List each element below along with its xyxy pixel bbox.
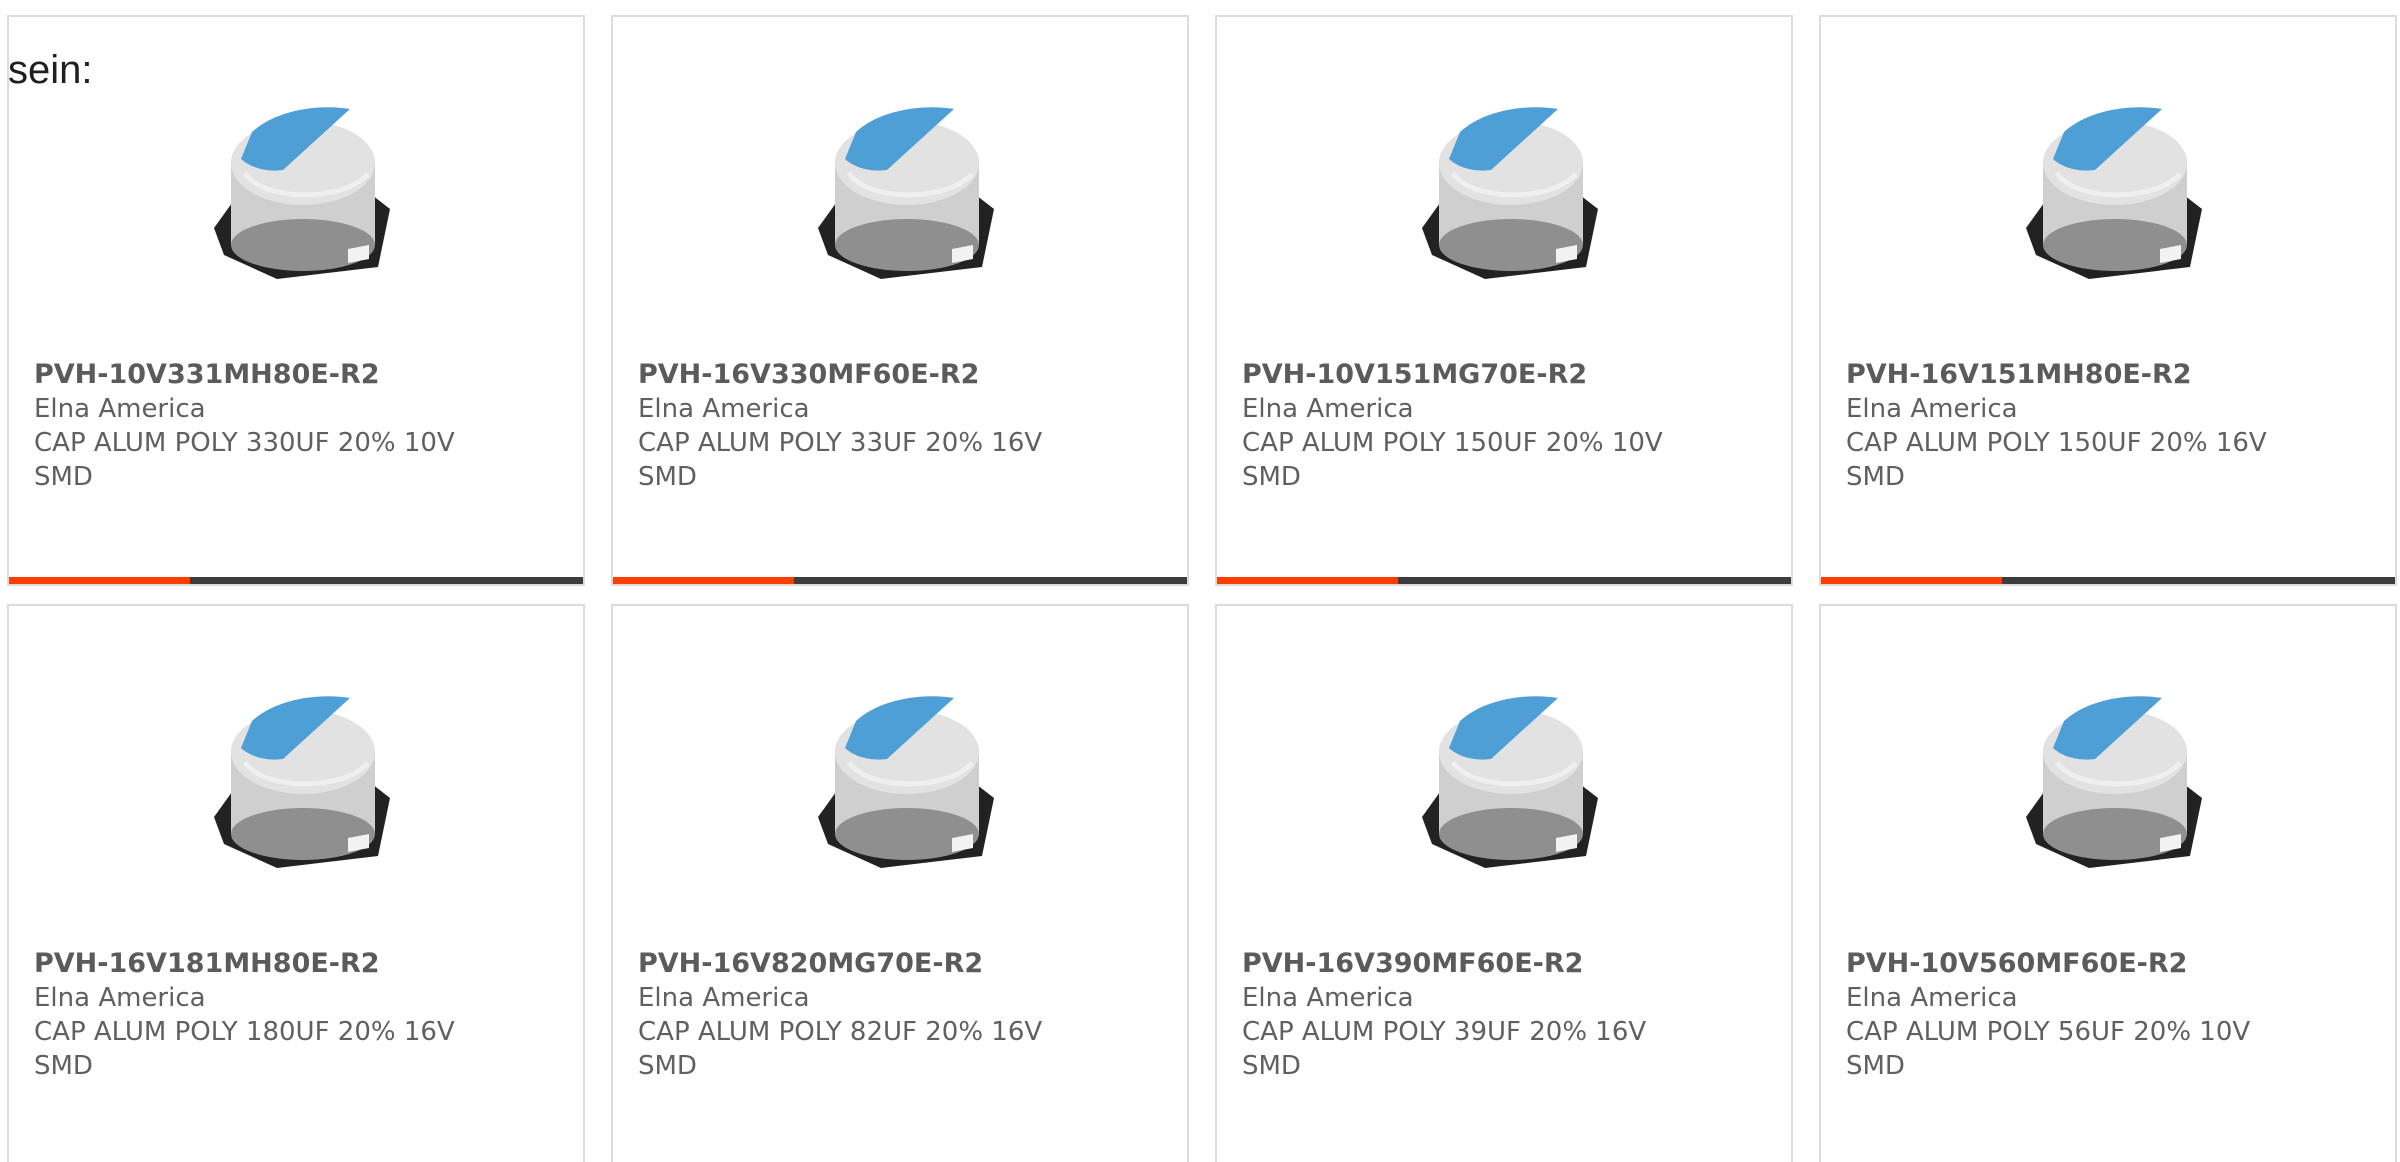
manufacturer: Elna America [1242, 983, 1414, 1013]
description-line-1: CAP ALUM POLY 150UF 20% 16V [1846, 428, 2267, 458]
manufacturer: Elna America [34, 983, 206, 1013]
card-progress-track [1217, 577, 1791, 584]
product-info: PVH-16V330MF60E-R2 Elna America CAP ALUM… [638, 357, 1158, 494]
description-line-1: CAP ALUM POLY 56UF 20% 10V [1846, 1017, 2251, 1047]
description-line-2: SMD [1242, 1051, 1301, 1081]
product-info: PVH-16V151MH80E-R2 Elna America CAP ALUM… [1846, 357, 2366, 494]
part-number[interactable]: PVH-16V151MH80E-R2 [1846, 357, 2366, 392]
aluminum-polymer-capacitor-icon [1422, 696, 1598, 868]
product-card-pvh-16v820mg70e-r2[interactable]: PVH-16V820MG70E-R2 Elna America CAP ALUM… [611, 604, 1189, 1162]
aluminum-polymer-capacitor-icon [2026, 107, 2202, 279]
manufacturer: Elna America [1846, 983, 2018, 1013]
aluminum-polymer-capacitor-icon [818, 696, 994, 868]
manufacturer: Elna America [1242, 394, 1414, 424]
product-info: PVH-16V820MG70E-R2 Elna America CAP ALUM… [638, 946, 1158, 1083]
description-line-2: SMD [1846, 462, 1905, 492]
product-image[interactable] [1408, 672, 1614, 878]
part-number[interactable]: PVH-10V151MG70E-R2 [1242, 357, 1762, 392]
description-line-1: CAP ALUM POLY 39UF 20% 16V [1242, 1017, 1647, 1047]
description-line-2: SMD [638, 462, 697, 492]
description-line-1: CAP ALUM POLY 82UF 20% 16V [638, 1017, 1043, 1047]
aluminum-polymer-capacitor-icon [214, 696, 390, 868]
product-info: PVH-16V390MF60E-R2 Elna America CAP ALUM… [1242, 946, 1762, 1083]
part-number[interactable]: PVH-16V820MG70E-R2 [638, 946, 1158, 981]
product-image[interactable] [200, 672, 406, 878]
card-progress-track [1821, 577, 2395, 584]
card-progress-fill [1821, 577, 2002, 584]
product-info: PVH-10V151MG70E-R2 Elna America CAP ALUM… [1242, 357, 1762, 494]
description-line-1: CAP ALUM POLY 330UF 20% 10V [34, 428, 455, 458]
product-image[interactable] [2012, 672, 2218, 878]
product-image[interactable] [1408, 83, 1614, 289]
page-lead-text: sein: [8, 48, 93, 92]
card-progress-track [613, 577, 1187, 584]
card-progress-fill [1217, 577, 1398, 584]
manufacturer: Elna America [638, 394, 810, 424]
product-image[interactable] [2012, 83, 2218, 289]
card-progress-track [9, 577, 583, 584]
part-number[interactable]: PVH-10V560MF60E-R2 [1846, 946, 2366, 981]
description-line-2: SMD [34, 462, 93, 492]
description-line-1: CAP ALUM POLY 33UF 20% 16V [638, 428, 1043, 458]
description-line-1: CAP ALUM POLY 150UF 20% 10V [1242, 428, 1663, 458]
product-info: PVH-16V181MH80E-R2 Elna America CAP ALUM… [34, 946, 554, 1083]
product-card-pvh-10v151mg70e-r2[interactable]: PVH-10V151MG70E-R2 Elna America CAP ALUM… [1215, 15, 1793, 586]
manufacturer: Elna America [638, 983, 810, 1013]
aluminum-polymer-capacitor-icon [2026, 696, 2202, 868]
manufacturer: Elna America [34, 394, 206, 424]
product-card-pvh-16v151mh80e-r2[interactable]: PVH-16V151MH80E-R2 Elna America CAP ALUM… [1819, 15, 2397, 586]
product-card-pvh-16v181mh80e-r2[interactable]: PVH-16V181MH80E-R2 Elna America CAP ALUM… [7, 604, 585, 1162]
part-number[interactable]: PVH-16V181MH80E-R2 [34, 946, 554, 981]
part-number[interactable]: PVH-16V330MF60E-R2 [638, 357, 1158, 392]
description-line-2: SMD [638, 1051, 697, 1081]
product-card-pvh-10v331mh80e-r2[interactable]: PVH-10V331MH80E-R2 Elna America CAP ALUM… [7, 15, 585, 586]
part-number[interactable]: PVH-16V390MF60E-R2 [1242, 946, 1762, 981]
part-number[interactable]: PVH-10V331MH80E-R2 [34, 357, 554, 392]
product-image[interactable] [804, 83, 1010, 289]
card-progress-fill [613, 577, 794, 584]
aluminum-polymer-capacitor-icon [1422, 107, 1598, 279]
product-card-pvh-10v560mf60e-r2[interactable]: PVH-10V560MF60E-R2 Elna America CAP ALUM… [1819, 604, 2397, 1162]
description-line-2: SMD [1846, 1051, 1905, 1081]
aluminum-polymer-capacitor-icon [818, 107, 994, 279]
product-image[interactable] [804, 672, 1010, 878]
description-line-2: SMD [1242, 462, 1301, 492]
product-grid: PVH-10V331MH80E-R2 Elna America CAP ALUM… [0, 0, 2400, 1162]
product-info: PVH-10V331MH80E-R2 Elna America CAP ALUM… [34, 357, 554, 494]
product-info: PVH-10V560MF60E-R2 Elna America CAP ALUM… [1846, 946, 2366, 1083]
manufacturer: Elna America [1846, 394, 2018, 424]
description-line-2: SMD [34, 1051, 93, 1081]
aluminum-polymer-capacitor-icon [214, 107, 390, 279]
card-progress-fill [9, 577, 190, 584]
description-line-1: CAP ALUM POLY 180UF 20% 16V [34, 1017, 455, 1047]
product-image[interactable] [200, 83, 406, 289]
product-card-pvh-16v330mf60e-r2[interactable]: PVH-16V330MF60E-R2 Elna America CAP ALUM… [611, 15, 1189, 586]
product-card-pvh-16v390mf60e-r2[interactable]: PVH-16V390MF60E-R2 Elna America CAP ALUM… [1215, 604, 1793, 1162]
